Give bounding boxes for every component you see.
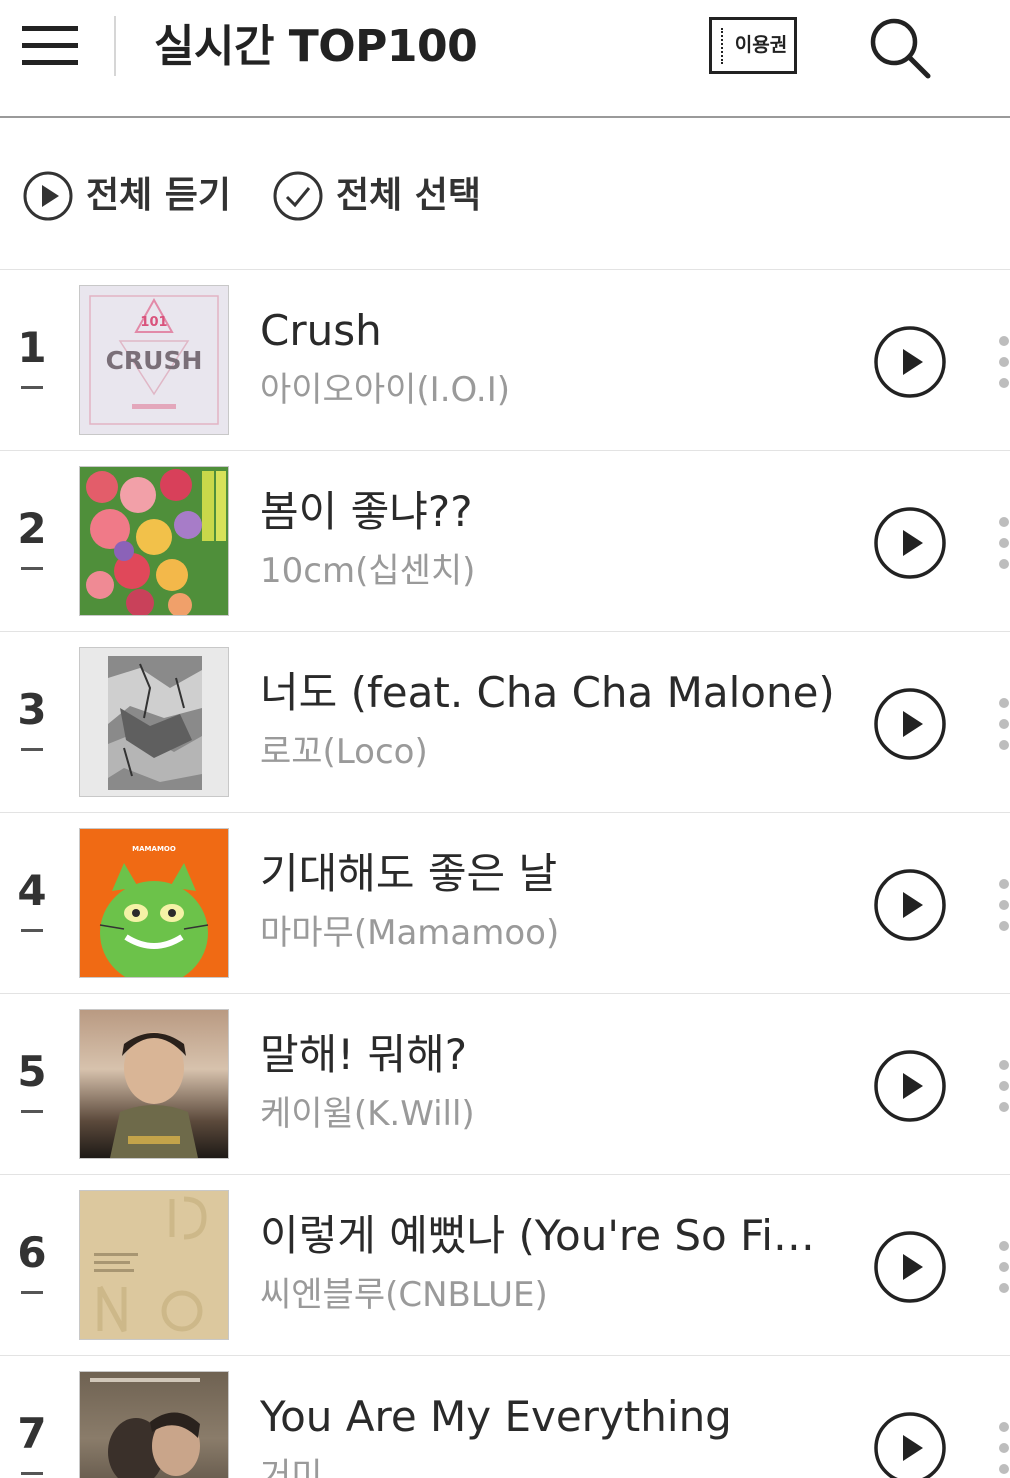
album-art-text: CRUSH xyxy=(106,346,203,375)
rank-no-change-icon xyxy=(21,748,43,751)
rank-no-change-icon xyxy=(21,1110,43,1113)
rank-no-change-icon xyxy=(21,1472,43,1475)
more-options-icon[interactable] xyxy=(994,513,1010,573)
song-row[interactable]: 1 101 CRUSH Crush 아이오아이(I.O.I) xyxy=(0,270,1010,451)
album-art[interactable]: 101 CRUSH xyxy=(79,285,229,435)
more-options-icon[interactable] xyxy=(994,1056,1010,1116)
song-title[interactable]: You Are My Everything xyxy=(260,1388,838,1446)
play-icon[interactable] xyxy=(872,867,948,943)
album-art-text: MAMAMOO xyxy=(132,845,176,853)
top-app-bar: 실시간 TOP100 이용권 xyxy=(0,0,1010,118)
song-title[interactable]: 이렇게 예뻤나 (You're So Fine) xyxy=(260,1207,838,1265)
play-icon[interactable] xyxy=(872,505,948,581)
song-row[interactable]: 3 너도 (feat. Cha Cha Malone) 로꼬(Loco) xyxy=(0,632,1010,813)
more-options-icon[interactable] xyxy=(994,875,1010,935)
ticket-button-label: 이용권 xyxy=(734,34,788,56)
more-options-icon[interactable] xyxy=(994,332,1010,392)
rank-number: 2 xyxy=(17,504,47,553)
album-badge-text: 101 xyxy=(140,315,167,330)
rank-no-change-icon xyxy=(21,929,43,932)
song-artist: 씨엔블루(CNBLUE) xyxy=(260,1275,548,1315)
search-icon[interactable] xyxy=(866,14,934,82)
rank-number: 5 xyxy=(17,1047,47,1096)
header-divider xyxy=(114,16,116,76)
song-artist: 마마무(Mamamoo) xyxy=(260,913,560,953)
song-row[interactable]: 7 You Are My Everything 거미 xyxy=(0,1356,1010,1478)
select-all-label: 전체 선택 xyxy=(336,175,482,216)
rank-number: 4 xyxy=(17,866,47,915)
song-title[interactable]: 봄이 좋냐?? xyxy=(260,483,838,541)
more-options-icon[interactable] xyxy=(994,1237,1010,1297)
album-art[interactable]: MAMAMOO xyxy=(79,828,229,978)
song-row[interactable]: 2 봄이 좋냐?? 10cm(십센치) xyxy=(0,451,1010,632)
song-title[interactable]: Crush xyxy=(260,302,838,360)
play-icon[interactable] xyxy=(872,1048,948,1124)
song-title[interactable]: 너도 (feat. Cha Cha Malone) xyxy=(260,664,838,722)
ticket-perforation xyxy=(721,28,723,64)
play-icon[interactable] xyxy=(872,686,948,762)
song-row[interactable]: 6 이렇게 예뻤나 (You're So Fine) 씨엔블루(CNBLUE) xyxy=(0,1175,1010,1356)
album-art[interactable] xyxy=(79,647,229,797)
song-row[interactable]: 5 말해! 뭐해? 케이윌(K.Will) xyxy=(0,994,1010,1175)
hamburger-menu-icon[interactable] xyxy=(22,24,80,68)
song-artist: 10cm(십센치) xyxy=(260,551,476,591)
album-art[interactable] xyxy=(79,1009,229,1159)
rank-number: 3 xyxy=(17,685,47,734)
rank-number: 7 xyxy=(17,1409,47,1458)
play-icon[interactable] xyxy=(872,324,948,400)
page-title: 실시간 TOP100 xyxy=(154,21,478,72)
album-art[interactable] xyxy=(79,466,229,616)
select-all-button[interactable]: 전체 선택 xyxy=(272,168,502,224)
rank-no-change-icon xyxy=(21,1291,43,1294)
more-options-icon[interactable] xyxy=(994,694,1010,754)
ticket-button[interactable]: 이용권 xyxy=(709,17,797,74)
play-icon[interactable] xyxy=(872,1410,948,1478)
song-artist: 케이윌(K.Will) xyxy=(260,1094,475,1134)
song-artist: 아이오아이(I.O.I) xyxy=(260,370,510,410)
play-circle-icon xyxy=(23,171,73,221)
check-circle-icon xyxy=(273,171,323,221)
play-all-button[interactable]: 전체 듣기 xyxy=(22,168,242,224)
rank-number: 1 xyxy=(17,323,47,372)
album-art[interactable] xyxy=(79,1190,229,1340)
rank-no-change-icon xyxy=(21,386,43,389)
more-options-icon[interactable] xyxy=(994,1418,1010,1478)
song-row[interactable]: 4 MAMAMOO 기대해도 좋은 날 마마무(Mamamoo) xyxy=(0,813,1010,994)
song-artist: 로꼬(Loco) xyxy=(260,732,428,772)
play-icon[interactable] xyxy=(872,1229,948,1305)
song-artist: 거미 xyxy=(260,1456,323,1478)
list-controls: 전체 듣기 전체 선택 xyxy=(0,120,1010,270)
song-list: 1 101 CRUSH Crush 아이오아이(I.O.I) 2 봄이 좋냐??… xyxy=(0,270,1010,1478)
play-all-label: 전체 듣기 xyxy=(86,175,232,216)
chart-page: 실시간 TOP100 이용권 전체 듣기 전체 선택 1 101 CRUSH C… xyxy=(0,0,1010,1478)
song-title[interactable]: 기대해도 좋은 날 xyxy=(260,845,838,903)
rank-number: 6 xyxy=(17,1228,47,1277)
rank-no-change-icon xyxy=(21,567,43,570)
album-art[interactable] xyxy=(79,1371,229,1478)
song-title[interactable]: 말해! 뭐해? xyxy=(260,1026,838,1084)
